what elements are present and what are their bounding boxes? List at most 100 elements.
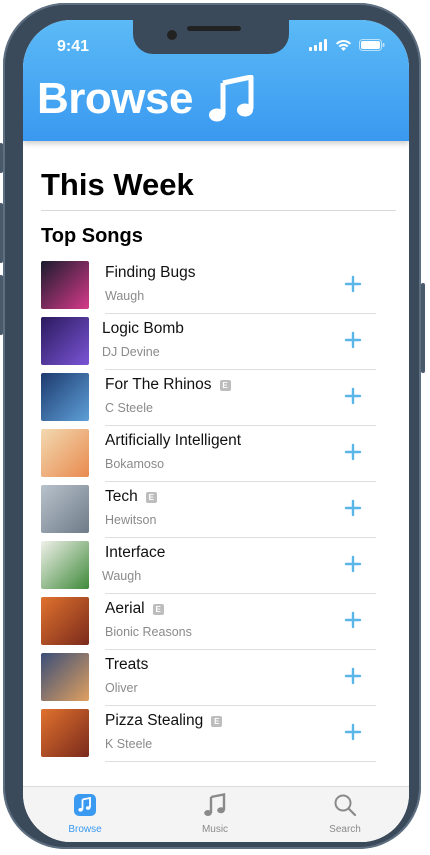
music-note-icon: [204, 793, 226, 816]
song-artist: Oliver: [105, 681, 138, 695]
song-title: Interface: [105, 544, 165, 562]
song-title-text: Logic Bomb: [102, 320, 184, 337]
song-title: Tech E: [105, 488, 157, 506]
song-artist: Hewitson: [105, 513, 157, 527]
song-title-text: Finding Bugs: [105, 264, 196, 281]
row-divider: [105, 313, 376, 314]
battery-icon: [359, 39, 385, 51]
plus-icon: [344, 723, 362, 741]
add-song-button[interactable]: [342, 385, 364, 407]
add-song-button[interactable]: [342, 273, 364, 295]
page-title: Browse: [37, 74, 257, 124]
song-row[interactable]: Finding Bugs Waugh: [23, 259, 409, 314]
song-title: Aerial E: [105, 600, 164, 618]
search-icon: [334, 794, 357, 817]
album-art: [41, 709, 89, 757]
add-song-button[interactable]: [342, 497, 364, 519]
song-title-text: Tech: [105, 488, 138, 505]
plus-icon: [344, 555, 362, 573]
add-song-button[interactable]: [342, 609, 364, 631]
divider: [41, 210, 396, 211]
song-artist: Waugh: [105, 289, 145, 303]
tab-music[interactable]: Music: [175, 793, 255, 835]
plus-icon: [344, 331, 362, 349]
section-title: This Week: [41, 167, 194, 202]
add-song-button[interactable]: [342, 329, 364, 351]
album-art: [41, 429, 89, 477]
song-title: For The Rhinos E: [105, 376, 231, 394]
song-title-text: Aerial: [105, 600, 145, 617]
song-title: Treats: [105, 656, 148, 674]
row-divider: [105, 593, 376, 594]
song-row[interactable]: Aerial E Bionic Reasons: [23, 595, 409, 650]
add-song-button[interactable]: [342, 441, 364, 463]
plus-icon: [344, 443, 362, 461]
subsection-title: Top Songs: [41, 225, 143, 247]
page-title-text: Browse: [37, 74, 193, 123]
tab-label: Search: [329, 824, 361, 835]
screen: 9:41 Browse This Week Top Songs Finding …: [23, 20, 409, 842]
album-art: [41, 373, 89, 421]
plus-icon: [344, 275, 362, 293]
song-row[interactable]: Interface Waugh: [23, 539, 409, 594]
album-art: [41, 485, 89, 533]
tab-browse[interactable]: Browse: [45, 793, 125, 835]
tab-label: Music: [201, 824, 229, 835]
main-content[interactable]: This Week Top Songs Finding Bugs Waugh L…: [23, 141, 409, 786]
song-row[interactable]: Pizza Stealing E K Steele: [23, 707, 409, 762]
song-title-text: Pizza Stealing: [105, 712, 204, 729]
song-title-text: Treats: [105, 656, 149, 673]
song-title: Pizza Stealing E: [105, 712, 223, 730]
add-song-button[interactable]: [342, 721, 364, 743]
song-title-text: Interface: [105, 544, 166, 561]
cellular-signal-icon: [309, 39, 327, 51]
plus-icon: [344, 611, 362, 629]
notch: [133, 20, 289, 54]
music-note-square-icon: [74, 794, 96, 816]
row-divider: [105, 537, 376, 538]
album-art: [41, 653, 89, 701]
album-art: [41, 261, 89, 309]
song-title: Logic Bomb: [102, 320, 184, 338]
song-artist: C Steele: [105, 401, 153, 415]
album-art: [41, 541, 89, 589]
plus-icon: [344, 387, 362, 405]
song-title: Artificially Intelligent: [105, 432, 241, 450]
plus-icon: [344, 499, 362, 517]
song-row[interactable]: Artificially Intelligent Bokamoso: [23, 427, 409, 482]
song-row[interactable]: Logic Bomb DJ Devine: [23, 315, 409, 370]
wifi-icon: [336, 39, 351, 51]
song-row[interactable]: Treats Oliver: [23, 651, 409, 706]
camera: [167, 30, 177, 40]
volume-down-button: [0, 275, 3, 335]
song-title: Finding Bugs: [105, 264, 195, 282]
explicit-badge: E: [152, 603, 164, 615]
phone-frame: 9:41 Browse This Week Top Songs Finding …: [0, 3, 425, 849]
status-icons: [309, 39, 385, 51]
add-song-button[interactable]: [342, 553, 364, 575]
song-artist: Bokamoso: [105, 457, 165, 471]
tab-label: Browse: [68, 824, 102, 835]
volume-up-button: [0, 203, 3, 263]
music-note-icon: [208, 75, 254, 122]
tab-search[interactable]: Search: [305, 793, 385, 835]
explicit-badge: E: [219, 379, 231, 391]
explicit-badge: E: [145, 491, 157, 503]
song-artist: Waugh: [102, 569, 142, 583]
row-divider: [105, 481, 376, 482]
speaker: [187, 26, 241, 31]
plus-icon: [344, 667, 362, 685]
status-time: 9:41: [57, 38, 90, 55]
album-art: [41, 317, 89, 365]
song-row[interactable]: For The Rhinos E C Steele: [23, 371, 409, 426]
row-divider: [105, 369, 376, 370]
song-artist: Bionic Reasons: [105, 625, 192, 639]
row-divider: [105, 761, 376, 762]
song-artist: K Steele: [105, 737, 153, 751]
song-artist: DJ Devine: [102, 345, 160, 359]
explicit-badge: E: [211, 715, 223, 727]
tab-bar: Browse Music Search: [23, 786, 409, 842]
song-row[interactable]: Tech E Hewitson: [23, 483, 409, 538]
add-song-button[interactable]: [342, 665, 364, 687]
album-art: [41, 597, 89, 645]
